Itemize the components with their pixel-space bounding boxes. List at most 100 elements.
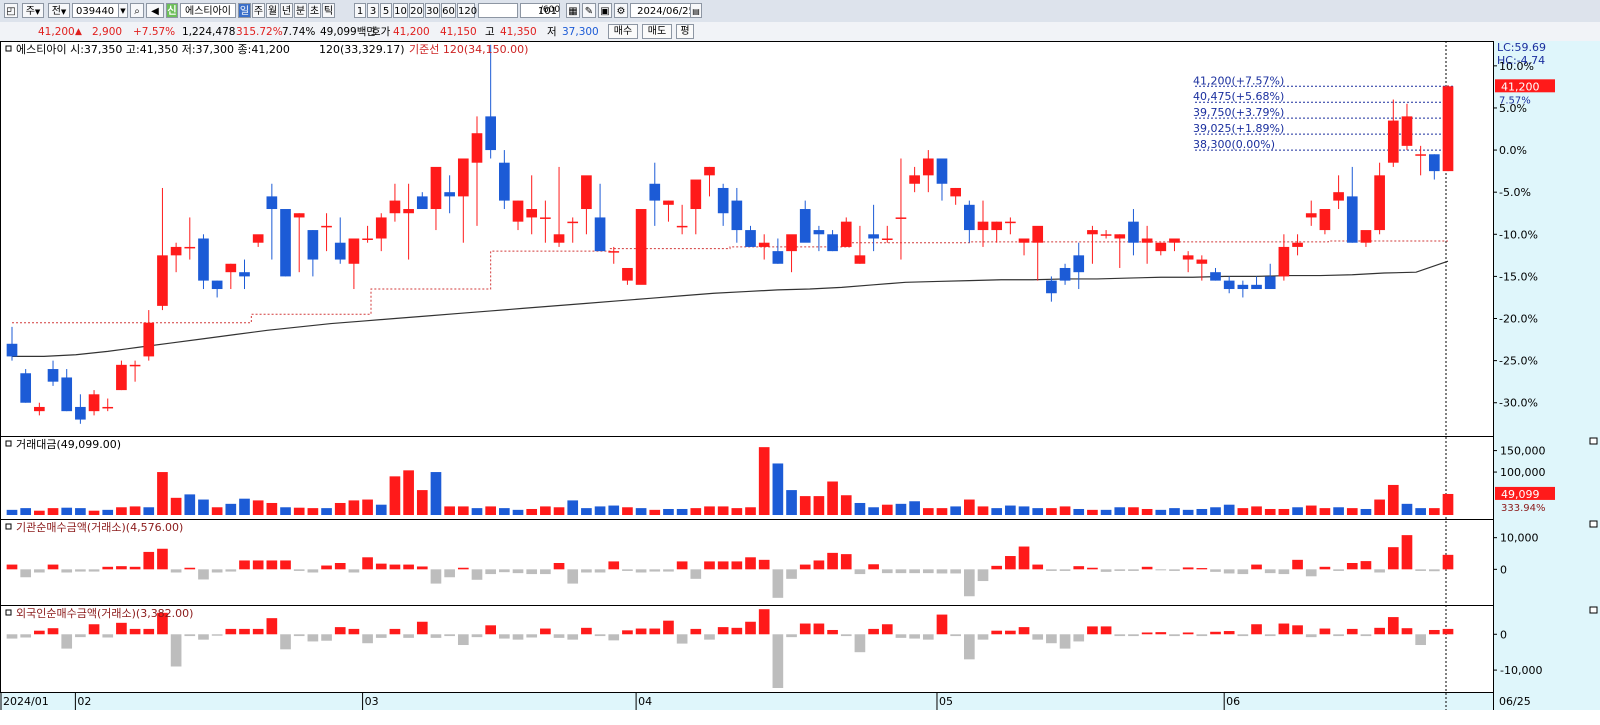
sell-button[interactable]: 매도 [642, 24, 672, 39]
ma-legend: 120(33,329.17) [319, 43, 405, 56]
amount-bar [1415, 508, 1426, 515]
foreign-bar [116, 622, 127, 635]
minute-button-20[interactable]: 20 [409, 3, 424, 18]
period-button-1[interactable]: 주 [252, 3, 265, 18]
candle-body [1442, 86, 1454, 172]
inst-bar [991, 565, 1003, 570]
candle-body [198, 238, 209, 281]
period-button-5[interactable]: 초 [308, 3, 321, 18]
speaker-icon[interactable]: ◀ [146, 3, 164, 18]
gear-icon[interactable]: ⚙ [614, 3, 628, 18]
inst-bar [1059, 569, 1071, 571]
foreign-bar [389, 628, 401, 635]
ask1-value: 41,200 [393, 26, 430, 38]
stock-name-label: 에스티아이 [185, 6, 231, 17]
eval-button[interactable]: 평 [676, 24, 694, 39]
minute-button-3[interactable]: 3 [367, 3, 379, 18]
period-button-3[interactable]: 년 [280, 3, 293, 18]
candle-body [676, 225, 688, 228]
chart-settings-icon[interactable]: ✎ [582, 3, 596, 18]
candle-body [1182, 255, 1194, 260]
foreign-bar [540, 628, 551, 635]
foreign-max-icon [1589, 606, 1598, 614]
foreign-bar [991, 630, 1003, 635]
period-button-4[interactable]: 분 [294, 3, 307, 18]
minute-button-60[interactable]: 60 [441, 3, 456, 18]
inst-bar [1346, 563, 1358, 570]
code-dropdown-icon[interactable]: ▼ [118, 3, 128, 18]
amount-bar [1401, 503, 1413, 515]
amount-bar [1169, 508, 1180, 515]
candle-body [540, 217, 551, 219]
period-button-2[interactable]: 월 [266, 3, 279, 18]
inst-bar [1182, 567, 1194, 570]
stock-chart[interactable]: 41,200(+7.57%) 40,475(+5.68%) 39,750(+3.79… [0, 41, 1600, 725]
minute-button-10[interactable]: 10 [393, 3, 408, 18]
amount-bar [635, 508, 647, 515]
amount-bar [649, 509, 661, 515]
chart-type-icon[interactable]: ◰ [4, 3, 18, 18]
period-button-6[interactable]: 틱 [322, 3, 335, 18]
candle-body [334, 242, 346, 260]
amount-bar [280, 507, 291, 515]
inst-bar [252, 560, 264, 570]
foreign-bar [485, 625, 497, 635]
amount-bar [690, 508, 702, 515]
foreign-bar [471, 634, 483, 638]
save-icon[interactable]: ▣ [598, 3, 612, 18]
amount-bar [184, 494, 196, 515]
amount-bar [840, 495, 852, 515]
foreign-bar [881, 624, 893, 635]
amount-bar [34, 510, 45, 515]
amount-bar [252, 500, 264, 515]
search-icon[interactable]: ⌕ [130, 3, 144, 18]
inst-bar [1141, 566, 1153, 570]
amount-bar [334, 502, 346, 515]
stock-name[interactable]: 에스티아이 [180, 3, 236, 18]
candle-body [430, 166, 442, 210]
amount-bar [1018, 506, 1030, 515]
foreign-bar [786, 634, 797, 638]
amount-bar [991, 508, 1003, 515]
amount-bar [1387, 484, 1399, 515]
amount-bar [786, 490, 797, 515]
candle-body [1360, 230, 1372, 243]
foreign-bar [772, 634, 784, 688]
foreign-bar [1114, 634, 1126, 637]
buy-button[interactable]: 매수 [608, 24, 638, 39]
minute-button-5[interactable]: 5 [380, 3, 392, 18]
inst-bar [1333, 569, 1344, 571]
calendar-icon[interactable]: ▤ [690, 3, 702, 18]
inst-bar [321, 565, 332, 570]
inst-bar [1018, 546, 1030, 570]
candle-body [1278, 246, 1290, 277]
market-select[interactable]: 주▼ [22, 3, 44, 18]
hc-label: HC:-4.74 [1497, 54, 1545, 67]
candle-body [963, 204, 975, 231]
amount-bar [663, 508, 674, 515]
minute-button-1[interactable]: 1 [354, 3, 366, 18]
period-button-0[interactable]: 일 [238, 3, 251, 18]
blank-select[interactable] [478, 3, 518, 18]
foreign-bar [499, 634, 510, 639]
amount-bar [567, 500, 579, 515]
minute-button-120[interactable]: 120 [457, 3, 477, 18]
period-select[interactable]: 전▼ [48, 3, 70, 18]
candle-body [157, 255, 168, 306]
foreign-bar [512, 634, 524, 640]
amount-bar [553, 507, 565, 515]
amount-bar [827, 481, 838, 515]
foreign-bar [198, 634, 209, 640]
candle-body [499, 162, 510, 201]
minute-button-30[interactable]: 30 [425, 3, 440, 18]
amount-bar [881, 504, 893, 515]
inst-bar [1401, 535, 1413, 570]
shin-badge: 신 [166, 3, 178, 18]
foreign-bar [252, 628, 264, 635]
inst-bar [827, 552, 838, 570]
foreign-bar [225, 628, 237, 635]
inst-bar [1428, 569, 1440, 572]
foreign-bar [184, 634, 196, 637]
grid-icon[interactable]: ▦ [566, 3, 580, 18]
candle-body [786, 234, 797, 252]
